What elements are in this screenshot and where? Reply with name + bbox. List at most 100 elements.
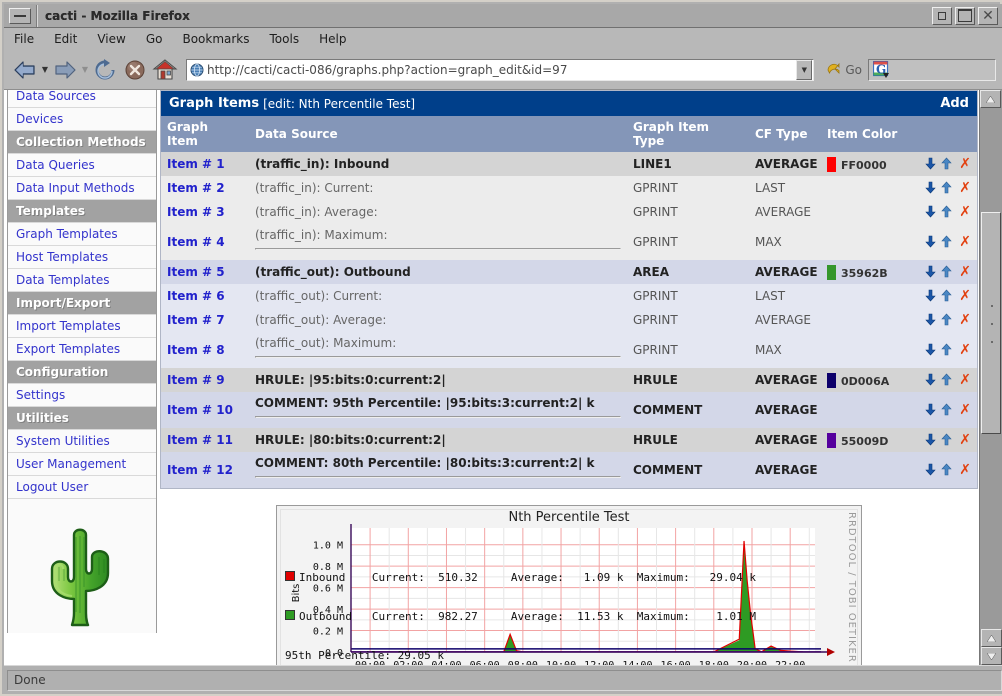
move-up-button[interactable] [940,157,956,171]
delete-button[interactable]: ✗ [959,432,971,448]
sidebar-item-host-templates[interactable]: Host Templates [8,246,156,269]
delete-button[interactable]: ✗ [959,288,971,304]
close-button[interactable]: ✕ [978,6,998,25]
graph-item-link[interactable]: Item # 10 [167,403,233,417]
graph-item-link[interactable]: Item # 12 [167,463,233,477]
move-down-button[interactable] [924,205,940,219]
move-down-button[interactable] [924,403,940,417]
table-row: Item # 10 COMMENT: 95th Percentile: |95:b… [161,392,977,428]
sidebar-item-settings[interactable]: Settings [8,384,156,407]
cell-graph-item-type: GPRINT [632,343,678,357]
sidebar-item-data-templates[interactable]: Data Templates [8,269,156,292]
cell-item-color [821,332,899,368]
delete-button[interactable]: ✗ [959,156,971,172]
go-button[interactable]: Go [820,62,868,78]
sidebar-item-user-management[interactable]: User Management [8,453,156,476]
graph-item-link[interactable]: Item # 5 [167,265,225,279]
move-down-button[interactable] [924,235,940,249]
graph-item-link[interactable]: Item # 3 [167,205,225,219]
sidebar-item-data-input[interactable]: Data Input Methods [8,177,156,200]
move-down-button[interactable] [924,313,940,327]
graph-item-link[interactable]: Item # 8 [167,343,225,357]
forward-button[interactable] [50,55,80,85]
delete-button[interactable]: ✗ [959,462,971,478]
cell-cf-type: AVERAGE [754,205,811,219]
sidebar-item-export-templates[interactable]: Export Templates [8,338,156,361]
sidebar-item-graph-templates[interactable]: Graph Templates [8,223,156,246]
graph-item-link[interactable]: Item # 4 [167,235,225,249]
move-up-button[interactable] [940,265,956,279]
delete-button[interactable]: ✗ [959,204,971,220]
menu-bookmarks[interactable]: Bookmarks [182,32,249,46]
move-down-button[interactable] [924,433,940,447]
move-up-button[interactable] [940,403,956,417]
sidebar-item-logout-user[interactable]: Logout User [8,476,156,499]
url-text[interactable]: http://cacti/cacti-086/graphs.php?action… [207,63,796,77]
move-up-button[interactable] [940,463,956,477]
maximize-button[interactable] [955,6,975,25]
search-input[interactable]: G [868,58,996,81]
move-up-button[interactable] [940,235,956,249]
delete-button[interactable]: ✗ [959,234,971,250]
scroll-down-button-upper[interactable] [981,629,1002,647]
delete-button[interactable]: ✗ [959,372,971,388]
move-down-button[interactable] [924,289,940,303]
move-down-button[interactable] [924,463,940,477]
move-down-button[interactable] [924,157,940,171]
menu-file[interactable]: File [14,32,34,46]
graph-item-link[interactable]: Item # 2 [167,181,225,195]
close-icon: ✕ [982,7,994,24]
menu-go[interactable]: Go [146,32,163,46]
graph-item-link[interactable]: Item # 7 [167,313,225,327]
delete-button[interactable]: ✗ [959,180,971,196]
move-up-button[interactable] [940,373,956,387]
back-button[interactable] [10,55,40,85]
url-bar[interactable]: http://cacti/cacti-086/graphs.php?action… [186,58,815,81]
graph-item-link[interactable]: Item # 11 [167,433,233,447]
graph-item-link[interactable]: Item # 9 [167,373,225,387]
move-up-button[interactable] [940,313,956,327]
home-button[interactable] [150,55,180,85]
reload-button[interactable] [90,55,120,85]
window-menu-button[interactable] [9,7,31,24]
menu-edit[interactable]: Edit [54,32,77,46]
sidebar-item-devices[interactable]: Devices [8,108,156,131]
url-dropdown-button[interactable]: ▼ [796,59,813,80]
move-up-button[interactable] [940,289,956,303]
move-down-button[interactable] [924,343,940,357]
menu-view[interactable]: View [97,32,125,46]
graph-preview[interactable]: Nth Percentile Test RRDTOOL / TOBI OETIK… [276,505,862,665]
delete-button[interactable]: ✗ [959,402,971,418]
back-history-caret[interactable]: ▼ [40,55,50,85]
graph-item-link[interactable]: Item # 1 [167,157,225,171]
delete-button[interactable]: ✗ [959,342,971,358]
scroll-up-icon [986,95,995,103]
move-up-button[interactable] [940,181,956,195]
move-up-button[interactable] [940,433,956,447]
stop-button[interactable] [120,55,150,85]
hr-tag [255,416,621,418]
graph-item-link[interactable]: Item # 6 [167,289,225,303]
scrollbar-thumb[interactable] [981,212,1001,434]
menu-tools[interactable]: Tools [270,32,300,46]
move-up-button[interactable] [940,205,956,219]
add-graph-item-button[interactable]: Add [940,96,969,111]
sidebar-item-data-sources[interactable]: Data Sources [8,90,156,108]
color-swatch [826,372,836,388]
menu-help[interactable]: Help [319,32,346,46]
delete-button[interactable]: ✗ [959,264,971,280]
scroll-up-button[interactable] [980,90,1001,108]
page-scrollbar-vertical[interactable] [979,90,1002,665]
minimize-button[interactable] [932,6,952,25]
move-up-button[interactable] [940,343,956,357]
sidebar-item-data-queries[interactable]: Data Queries [8,154,156,177]
graph-title: Nth Percentile Test [508,510,630,525]
move-down-button[interactable] [924,373,940,387]
scroll-down-button[interactable] [981,647,1002,665]
forward-history-caret[interactable]: ▼ [80,55,90,85]
delete-button[interactable]: ✗ [959,312,971,328]
sidebar-item-import-templates[interactable]: Import Templates [8,315,156,338]
move-down-button[interactable] [924,265,940,279]
sidebar-item-system-utilities[interactable]: System Utilities [8,430,156,453]
move-down-button[interactable] [924,181,940,195]
